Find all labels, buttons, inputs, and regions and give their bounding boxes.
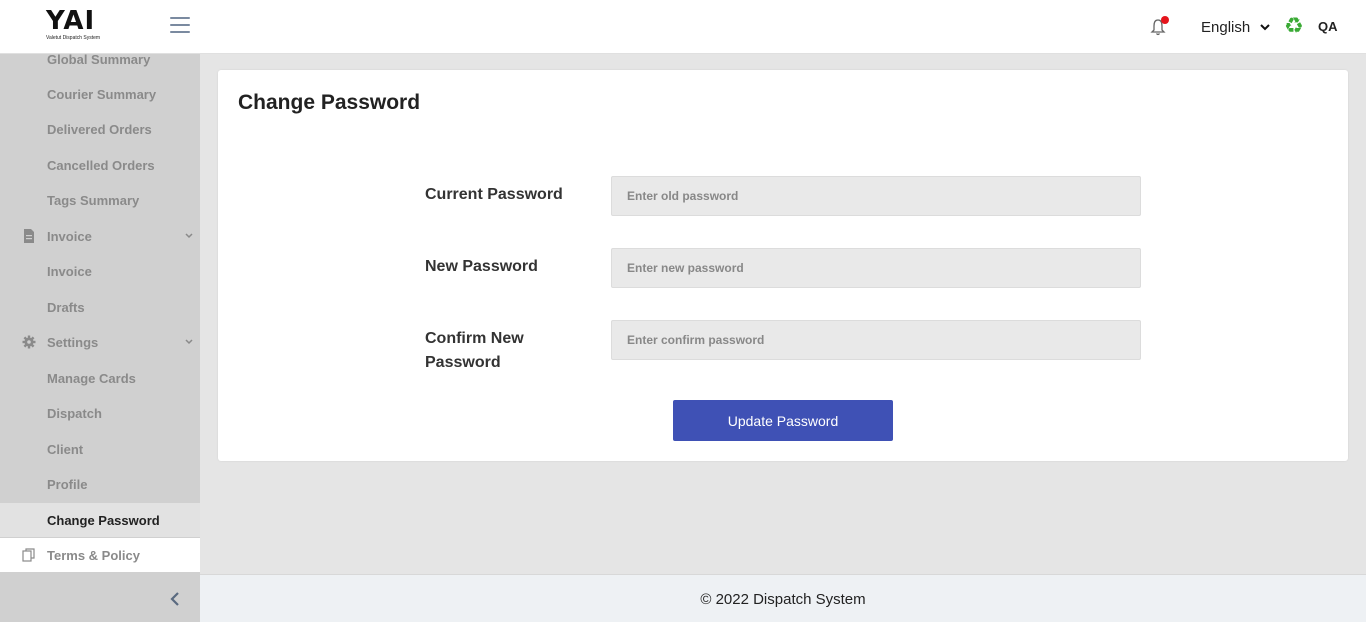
footer-copyright: © 2022 Dispatch System [700,591,866,608]
sidebar-item-label: Global Summary [47,52,151,67]
new-password-field[interactable] [611,248,1141,288]
sidebar-item-terms-policy[interactable]: Terms & Policy [0,538,200,572]
current-password-label: Current Password [425,186,563,203]
sidebar-item-invoice[interactable]: Invoice [0,254,200,288]
sidebar-item-label: Courier Summary [47,87,157,102]
gear-icon [22,335,36,349]
logo[interactable]: YAI Valetut Dispatch System [46,8,112,44]
notification-dot [1161,16,1169,24]
sidebar-item-label: Profile [47,477,88,492]
sidebar-item-label: Drafts [47,300,85,315]
logo-subtitle: Valetut Dispatch System [46,35,101,41]
logo-mark: YAI [46,6,96,36]
recycle-icon: ♻ [1284,13,1304,38]
confirm-password-field[interactable] [611,320,1141,360]
confirm-password-label: Confirm New Password [425,330,524,371]
document-icon [24,229,34,243]
sidebar-item-delivered-orders[interactable]: Delivered Orders [0,112,200,146]
menu-toggle-icon[interactable] [170,17,190,35]
sidebar-item-profile[interactable]: Profile [0,467,200,501]
chevron-down-icon [185,339,193,345]
copy-icon [22,548,35,562]
new-password-label: New Password [425,258,538,275]
sidebar-item-label: Dispatch [47,406,102,421]
sidebar-item-label: Settings [47,335,99,350]
sidebar-item-drafts[interactable]: Drafts [0,290,200,324]
sidebar-item-label: Cancelled Orders [47,158,155,173]
sidebar-item-dispatch[interactable]: Dispatch [0,396,200,430]
sidebar-item-label: Invoice [47,229,92,244]
sidebar-item-client[interactable]: Client [0,432,200,466]
user-name[interactable]: QA [1318,19,1338,34]
sidebar-item-cancelled-orders[interactable]: Cancelled Orders [0,148,200,182]
chevron-down-icon[interactable] [1259,22,1271,32]
footer: © 2022 Dispatch System [200,574,1366,622]
chevron-down-icon [185,233,193,239]
sidebar-item-tags-summary[interactable]: Tags Summary [0,183,200,217]
top-header: YAI Valetut Dispatch System English ♻ QA [0,0,1366,54]
current-password-field[interactable] [611,176,1141,216]
sidebar-item-label: Tags Summary [47,193,140,208]
sidebar-item-change-password[interactable]: Change Password [0,503,200,537]
sidebar-item-label: Client [47,442,84,457]
language-select[interactable]: English [1201,19,1250,36]
sidebar-item-label: Terms & Policy [47,548,140,563]
sidebar-item-label: Change Password [47,513,160,528]
sidebar-item-manage-cards[interactable]: Manage Cards [0,361,200,395]
sidebar-item-courier-summary[interactable]: Courier Summary [0,77,200,111]
page-title: Change Password [238,91,421,114]
sidebar-group-invoice[interactable]: Invoice [0,219,200,253]
sidebar-item-label: Manage Cards [47,371,136,386]
chevron-left-icon[interactable] [168,590,182,608]
sidebar-group-settings[interactable]: Settings [0,325,200,359]
change-password-card: Change Password Current Password New Pas… [218,70,1348,461]
update-password-button[interactable]: Update Password [673,400,893,441]
sidebar-item-label: Delivered Orders [47,122,152,137]
sidebar-item-global-summary[interactable]: Global Summary [0,42,200,76]
sidebar-item-label: Invoice [47,264,92,279]
sidebar: Global Summary Courier Summary Delivered… [0,52,200,622]
